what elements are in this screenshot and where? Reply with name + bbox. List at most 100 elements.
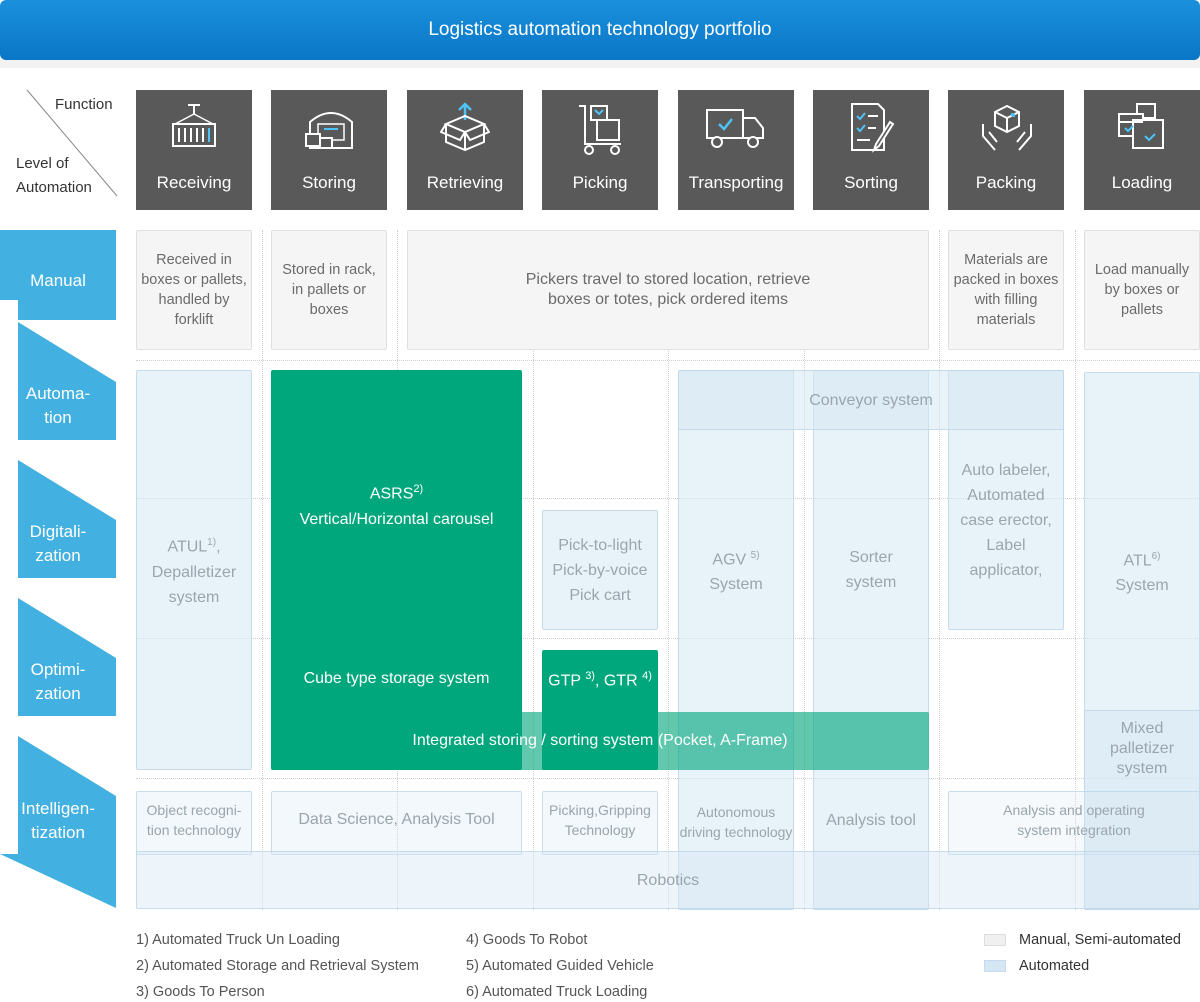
- pick-to-light-cell: Pick-to-light Pick-by-voice Pick cart: [542, 510, 658, 630]
- manual-storing: Stored in rack, in pallets or boxes: [271, 230, 387, 350]
- cell-text: boxes or totes, pick ordered items: [547, 291, 789, 308]
- cell-text: case erector,: [960, 511, 1052, 529]
- footnote: 5) Automated Guided Vehicle: [466, 958, 654, 974]
- level-axis-label-1: Level of: [16, 155, 69, 172]
- level-label: zation: [35, 546, 81, 565]
- function-sorting: Sorting: [813, 90, 929, 210]
- function-label: Transporting: [688, 173, 784, 192]
- container-crane-icon: [172, 104, 216, 147]
- legend-label-automated: Automated: [1019, 958, 1090, 974]
- cell-text: System: [1115, 577, 1169, 595]
- cube-storage-label: Cube type storage system: [303, 670, 490, 687]
- level-tab-digitalization: Digitali- zation: [0, 460, 116, 598]
- atul-label: ATUL1),: [167, 537, 221, 556]
- cell-text: in pallets or: [291, 282, 367, 298]
- level-label: Intelligen-: [21, 799, 95, 818]
- cell-text: Pick cart: [569, 586, 631, 604]
- footnote: 2) Automated Storage and Retrieval Syste…: [136, 958, 419, 974]
- open-box-icon: [440, 102, 490, 152]
- carousel-label: Vertical/Horizontal carousel: [299, 511, 494, 529]
- cell-text: Integrated storing / sorting system (Poc…: [412, 732, 788, 749]
- cell-text: Autonomous: [696, 804, 776, 820]
- function-packing: Packing: [948, 90, 1064, 210]
- function-label: Picking: [572, 173, 628, 192]
- level-tab-optimization: Optimi- zation: [0, 598, 116, 736]
- grid-line: [136, 778, 1200, 779]
- level-label: zation: [35, 684, 81, 703]
- asrs-cell: ASRS2) Vertical/Horizontal carousel Cube…: [271, 370, 522, 770]
- footnote: 4) Goods To Robot: [466, 932, 588, 948]
- analysis-operating-cell: Analysis and operating system integration: [948, 791, 1200, 855]
- level-label: Automa-: [25, 384, 91, 403]
- function-label: Receiving: [156, 173, 232, 192]
- analysis-tool-cell: Analysis tool: [826, 812, 916, 829]
- level-axis-label-2: Automation: [16, 179, 92, 196]
- cell-text: pallets: [1121, 302, 1163, 318]
- picking-gripping-cell: Picking,Gripping Technology: [542, 791, 658, 855]
- cell-text: Pick-by-voice: [552, 561, 648, 579]
- cell-text: driving technology: [679, 824, 793, 840]
- gtp-gtr-label: GTP 3), GTR 4): [548, 670, 652, 690]
- stacked-boxes-icon: [1118, 103, 1164, 149]
- atl-label: ATL6): [1123, 550, 1161, 570]
- header-band: [0, 60, 1200, 68]
- cell-text: materials: [976, 312, 1036, 328]
- cell-text: Pickers travel to stored location, retri…: [525, 271, 811, 288]
- manual-receiving: Received in boxes or pallets, handled by fo…: [136, 230, 252, 350]
- cell-text: boxes: [309, 302, 349, 318]
- function-receiving: Receiving: [136, 90, 252, 210]
- robotics-cell: Robotics: [136, 851, 1200, 909]
- integrated-storing-sorting-cell: Integrated storing / sorting system (Poc…: [271, 712, 929, 770]
- function-label: Sorting: [844, 173, 898, 192]
- cell-text: packed in boxes: [953, 272, 1059, 288]
- cell-text: tion technology: [146, 822, 242, 838]
- cell-text: Pick-to-light: [558, 536, 642, 554]
- cell-text: by boxes or: [1104, 282, 1180, 298]
- level-label: tization: [31, 823, 85, 842]
- page-title: Logistics automation technology portfoli…: [428, 19, 772, 40]
- data-science-cell: Data Science, Analysis Tool: [271, 791, 522, 855]
- level-label: Optimi-: [30, 660, 86, 679]
- cell-text: Conveyor system: [809, 391, 933, 409]
- cell-text: Received in: [156, 252, 232, 268]
- function-axis-label: Function: [55, 96, 113, 113]
- function-picking: Picking: [542, 90, 658, 210]
- cell-text: Sorter: [849, 549, 893, 566]
- asrs-label: ASRS2): [369, 483, 424, 503]
- function-storing: Storing: [271, 90, 387, 210]
- cell-text: Stored in rack,: [282, 262, 376, 278]
- cell-text: system: [845, 574, 897, 591]
- checklist-icon: [851, 103, 895, 153]
- function-label: Storing: [302, 173, 356, 192]
- conveyor-system-cell: Conveyor system: [678, 370, 1064, 430]
- title-bar: Logistics automation technology portfoli…: [0, 0, 1200, 60]
- cell-text: Auto labeler,: [961, 461, 1051, 479]
- cell-text: handled by: [158, 292, 230, 308]
- atul-cell: ATUL1), Depalletizer system: [136, 370, 252, 770]
- cell-text: Object recogni-: [146, 802, 242, 818]
- footnote: 3) Goods To Person: [136, 984, 265, 1000]
- cell-text: System: [709, 576, 763, 594]
- cell-text: with filling: [974, 292, 1038, 308]
- function-transporting: Transporting: [678, 90, 794, 210]
- manual-loading: Load manually by boxes or pallets: [1084, 230, 1200, 350]
- grid-line: [136, 360, 1200, 361]
- cell-text: Robotics: [636, 871, 700, 889]
- level-tab-automation: Automa- tion: [0, 322, 116, 460]
- footnote: 6) Automated Truck Loading: [466, 984, 648, 1000]
- cell-text: Materials are: [964, 252, 1048, 268]
- cell-text: Picking,Gripping: [549, 802, 651, 818]
- warehouse-icon: [305, 112, 353, 149]
- grid-line: [939, 230, 940, 910]
- footnote: 1) Automated Truck Un Loading: [136, 932, 340, 948]
- cell-text: Automated: [967, 486, 1045, 504]
- cell-text: forklift: [174, 312, 214, 328]
- level-label: Digitali-: [29, 522, 87, 541]
- depalletizer-label: Depalletizer: [151, 563, 237, 581]
- level-tab-intelligentization: Intelligen- tization: [0, 736, 116, 908]
- level-label: tion: [44, 408, 72, 427]
- cell-text: Load manually: [1094, 262, 1190, 278]
- agv-label: AGV 5): [712, 549, 760, 569]
- cell-text: Data Science, Analysis Tool: [298, 810, 495, 828]
- delivery-truck-icon: [706, 109, 764, 148]
